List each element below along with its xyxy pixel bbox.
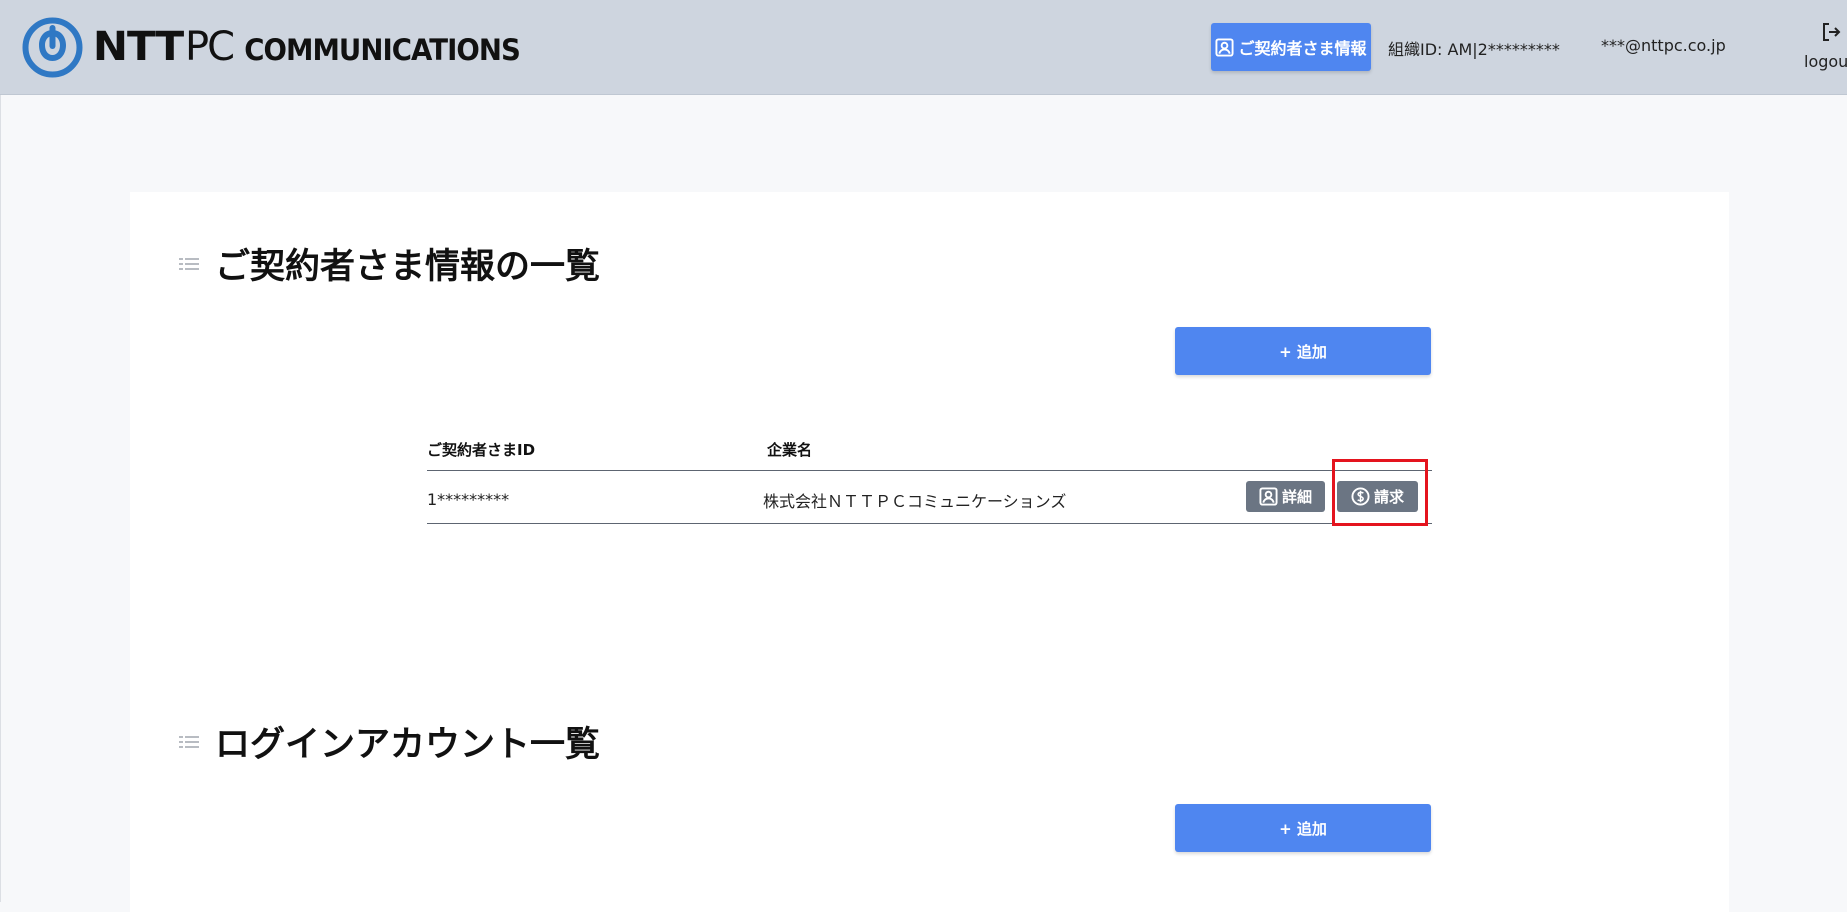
- company-logo[interactable]: NTT PC COMMUNICATIONS: [22, 17, 527, 77]
- detail-label: 詳細: [1281, 488, 1312, 506]
- user-email: ***@nttpc.co.jp: [1601, 36, 1726, 55]
- top-header: NTT PC COMMUNICATIONS ご契約者さま情報 組織ID: AM|…: [0, 0, 1847, 95]
- column-header-company: 企業名: [767, 441, 813, 459]
- contractor-info-label: ご契約者さま情報: [1238, 39, 1367, 58]
- add-account-button[interactable]: + 追加: [1175, 804, 1431, 852]
- logo-communications: COMMUNICATIONS: [244, 33, 521, 67]
- table-divider: [427, 470, 1432, 471]
- section-heading: ご契約者さま情報の一覧: [215, 247, 601, 287]
- main-card: [130, 192, 1729, 912]
- logo-pc: PC: [184, 24, 235, 70]
- logout-icon: [1823, 23, 1841, 41]
- detail-button[interactable]: 詳細: [1246, 481, 1325, 512]
- page-edge: [0, 94, 1, 902]
- logo-wordmark: NTT PC COMMUNICATIONS: [92, 24, 527, 70]
- list-icon: [179, 735, 199, 748]
- company-name-cell: 株式会社ＮＴＴＰＣコミュニケーションズ: [763, 492, 1067, 511]
- logo-ntt: NTT: [92, 24, 184, 70]
- user-card-icon: [1215, 37, 1235, 57]
- ntt-logo-icon: [22, 17, 83, 77]
- contractors-section-title: ご契約者さま情報の一覧: [179, 238, 600, 289]
- dollar-circle-icon: [1351, 487, 1370, 506]
- contractor-info-button[interactable]: ご契約者さま情報: [1211, 23, 1371, 71]
- user-card-icon: [1259, 487, 1278, 506]
- column-header-id: ご契約者さまID: [427, 441, 536, 459]
- logout-label: logout: [1804, 52, 1847, 71]
- accounts-section-title: ログインアカウント一覧: [179, 716, 600, 767]
- table-divider: [427, 523, 1432, 524]
- logout-button[interactable]: logout: [1803, 18, 1847, 78]
- billing-label: 請求: [1373, 488, 1404, 506]
- add-contractor-button[interactable]: + 追加: [1175, 327, 1431, 375]
- organization-id: 組織ID: AM|2*********: [1388, 40, 1560, 59]
- list-icon: [179, 257, 199, 270]
- section-heading: ログインアカウント一覧: [215, 725, 601, 765]
- billing-button[interactable]: 請求: [1337, 481, 1418, 512]
- contractor-id-cell: 1*********: [427, 490, 510, 509]
